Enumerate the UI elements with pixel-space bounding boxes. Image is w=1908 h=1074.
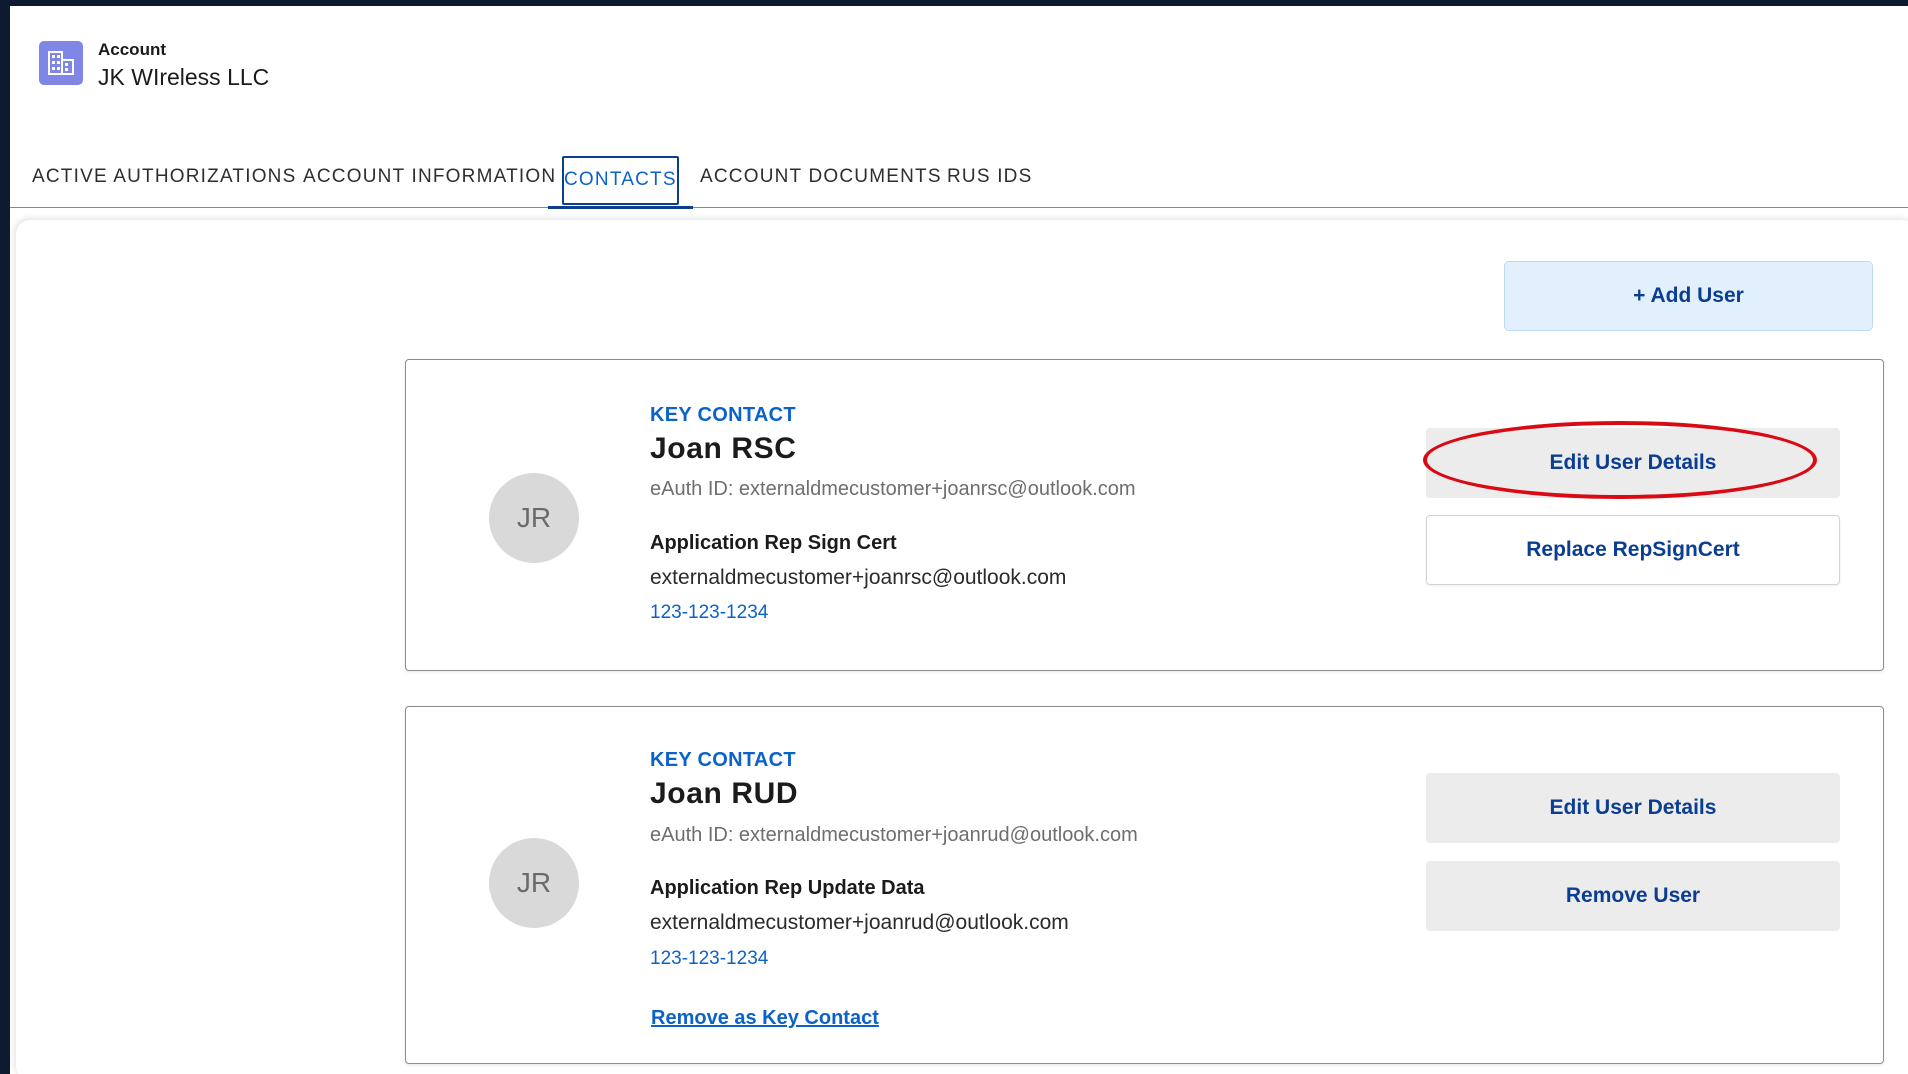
- eauth-id: eAuth ID: externaldmecustomer+joanrud@ou…: [650, 824, 1138, 846]
- contact-role: Application Rep Sign Cert: [650, 532, 897, 554]
- eauth-id: eAuth ID: externaldmecustomer+joanrsc@ou…: [650, 478, 1136, 500]
- tab-active-authorizations[interactable]: ACTIVE AUTHORIZATIONS: [32, 166, 296, 188]
- avatar: JR: [489, 473, 579, 563]
- contact-card: JR KEY CONTACT Joan RUD eAuth ID: extern…: [405, 706, 1884, 1064]
- replace-repsigncert-button[interactable]: Replace RepSignCert: [1426, 515, 1840, 585]
- add-user-button[interactable]: + Add User: [1504, 261, 1873, 331]
- tab-bar: ACTIVE AUTHORIZATIONS ACCOUNT INFORMATIO…: [10, 146, 1908, 209]
- contact-card: JR KEY CONTACT Joan RSC eAuth ID: extern…: [405, 359, 1884, 671]
- app-window: Account JK WIreless LLC ACTIVE AUTHORIZA…: [10, 6, 1908, 1074]
- edit-user-details-button[interactable]: Edit User Details: [1426, 773, 1840, 843]
- tab-account-documents[interactable]: ACCOUNT DOCUMENTS: [700, 166, 942, 188]
- tab-contacts[interactable]: CONTACTS: [548, 151, 693, 209]
- key-contact-badge: KEY CONTACT: [650, 404, 796, 426]
- tab-active-indicator: [548, 206, 693, 209]
- contact-role: Application Rep Update Data: [650, 877, 925, 899]
- account-eyebrow: Account: [98, 40, 166, 59]
- contact-email: externaldmecustomer+joanrud@outlook.com: [650, 911, 1069, 934]
- contact-email: externaldmecustomer+joanrsc@outlook.com: [650, 566, 1067, 589]
- remove-key-contact-link[interactable]: Remove as Key Contact: [651, 1007, 879, 1030]
- contact-phone[interactable]: 123-123-1234: [650, 602, 768, 624]
- tab-focus-ring: [562, 156, 679, 205]
- account-name: JK WIreless LLC: [98, 64, 270, 90]
- contact-phone[interactable]: 123-123-1234: [650, 948, 768, 970]
- tab-account-information[interactable]: ACCOUNT INFORMATION: [303, 166, 556, 188]
- avatar: JR: [489, 838, 579, 928]
- contact-name: Joan RUD: [650, 777, 799, 810]
- tab-rus-ids[interactable]: RUS IDS: [947, 166, 1032, 188]
- contact-name: Joan RSC: [650, 432, 797, 465]
- edit-user-details-button[interactable]: Edit User Details: [1426, 428, 1840, 498]
- key-contact-badge: KEY CONTACT: [650, 749, 796, 771]
- building-icon: [39, 41, 83, 85]
- remove-user-button[interactable]: Remove User: [1426, 861, 1840, 931]
